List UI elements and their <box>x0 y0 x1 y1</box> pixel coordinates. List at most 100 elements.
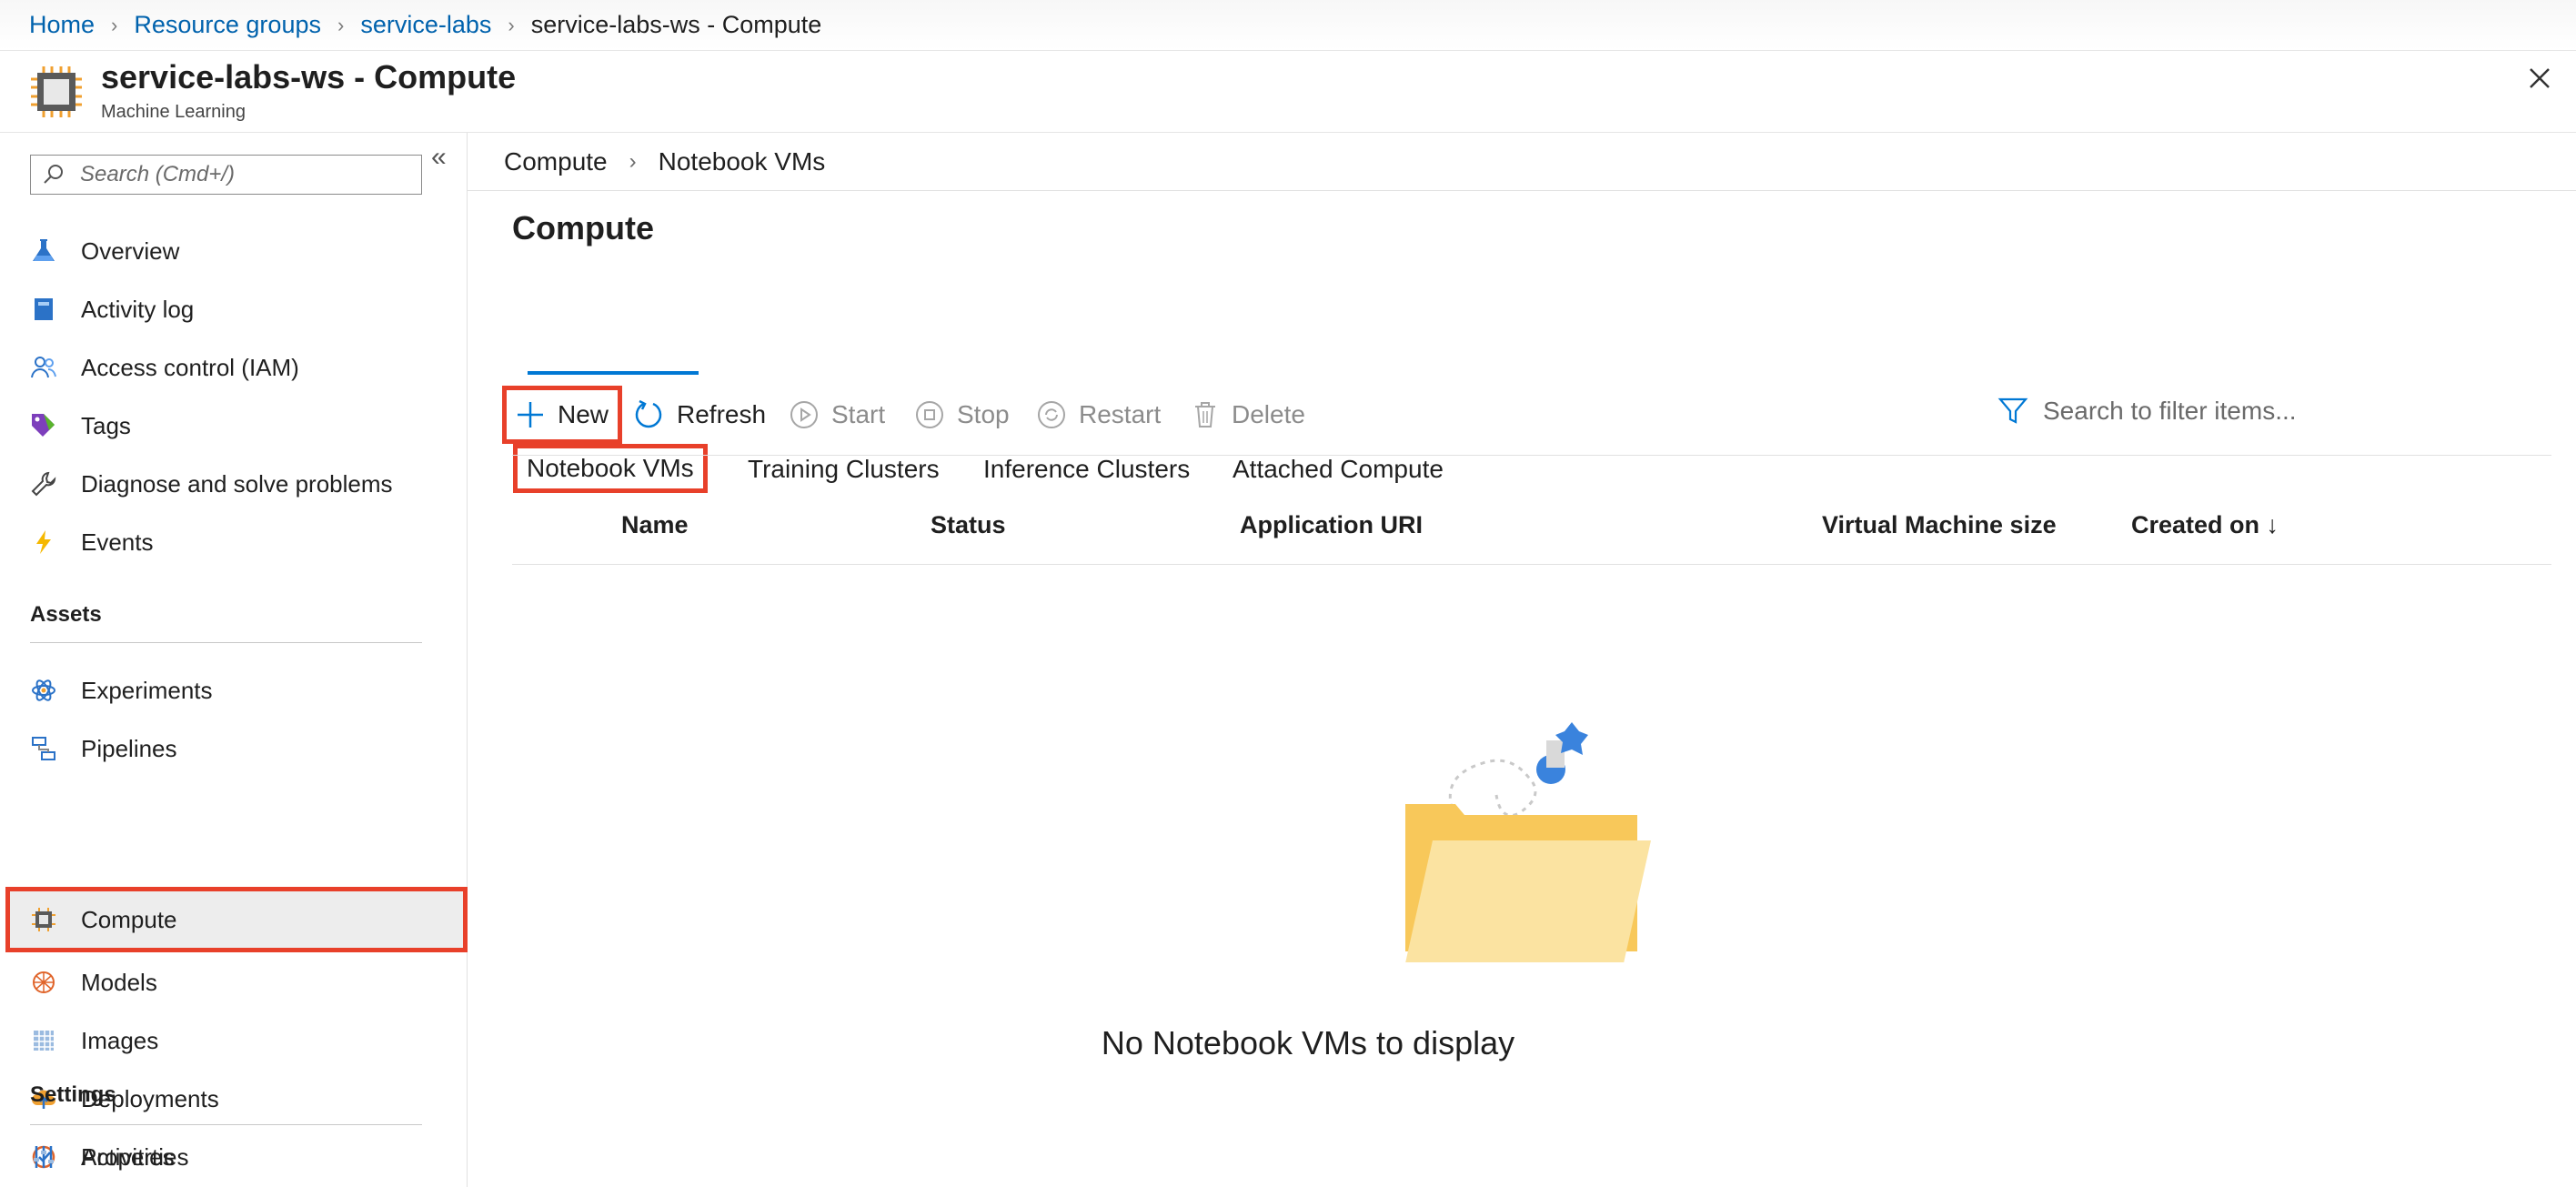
collapse-menu-icon[interactable]: « <box>431 142 447 173</box>
wrench-icon <box>30 470 57 498</box>
menu-item-images[interactable]: Images <box>7 1011 466 1070</box>
menu-item-activity-log[interactable]: Activity log <box>7 280 466 338</box>
tab-inference-clusters[interactable]: Inference Clusters <box>983 455 1190 484</box>
menu-search-box[interactable] <box>30 155 422 195</box>
model-cube-icon <box>30 969 57 996</box>
menu-item-tags[interactable]: Tags <box>7 397 466 455</box>
stop-label: Stop <box>957 400 1010 428</box>
menu-item-compute[interactable]: Compute <box>5 887 468 952</box>
breadcrumb-current: service-labs-ws - Compute <box>530 11 822 38</box>
sub-breadcrumb: Compute › Notebook VMs <box>468 133 2576 191</box>
table-header: Name Status Application URI Virtual Mach… <box>468 511 2576 557</box>
menu-item-label: Events <box>81 528 154 556</box>
plus-icon <box>516 400 545 429</box>
menu-item-label: Diagnose and solve problems <box>81 469 393 498</box>
breadcrumb-home[interactable]: Home <box>29 11 95 39</box>
chevron-right-icon: › <box>337 13 345 36</box>
menu-item-label: Experiments <box>81 676 213 704</box>
menu-item-label: Overview <box>81 236 180 265</box>
flask-icon <box>30 237 57 265</box>
filter-icon <box>1997 397 2028 424</box>
refresh-label: Refresh <box>677 400 767 428</box>
menu-item-access-control[interactable]: Access control (IAM) <box>7 338 466 397</box>
blade-header: service-labs-ws - Compute Machine Learni… <box>0 51 2576 133</box>
section-settings: Settings <box>30 1082 116 1107</box>
atom-icon <box>30 677 57 704</box>
cpu-chip-icon <box>30 906 57 933</box>
start-label: Start <box>831 400 886 428</box>
column-header-vm-size[interactable]: Virtual Machine size <box>1822 511 2057 539</box>
main-content: Compute › Notebook VMs Compute Notebook … <box>468 133 2576 1187</box>
stop-button[interactable]: Stop <box>915 387 1010 442</box>
menu-item-events[interactable]: Events <box>7 513 466 571</box>
menu-item-label: Tags <box>81 411 131 439</box>
table-header-divider <box>512 564 2551 565</box>
tag-icon <box>30 412 57 439</box>
menu-item-label: Images <box>81 1026 159 1054</box>
column-header-name[interactable]: Name <box>621 511 689 539</box>
cpu-chip-icon <box>31 66 82 117</box>
section-divider <box>30 1124 422 1125</box>
refresh-icon <box>633 399 664 430</box>
tab-training-clusters[interactable]: Training Clusters <box>748 455 940 484</box>
resource-menu: « Overview Activity log Access control (… <box>0 133 468 1187</box>
chevron-right-icon: › <box>508 13 515 36</box>
stop-icon <box>915 400 944 429</box>
play-icon <box>790 400 819 429</box>
filter-box[interactable] <box>1997 384 2354 438</box>
menu-item-experiments[interactable]: Experiments <box>7 661 466 719</box>
subcrumb-notebook-vms: Notebook VMs <box>658 146 826 176</box>
menu-search-input[interactable] <box>78 161 409 188</box>
tab-notebook-vms[interactable]: Notebook VMs <box>513 444 708 493</box>
menu-item-label: Access control (IAM) <box>81 353 299 381</box>
breadcrumb: Home › Resource groups › service-labs › … <box>0 0 2576 51</box>
menu-item-pipelines[interactable]: Pipelines <box>7 719 466 778</box>
restart-button[interactable]: Restart <box>1037 387 1161 442</box>
menu-item-label: Activity log <box>81 295 195 323</box>
delete-label: Delete <box>1232 400 1305 428</box>
menu-item-diagnose[interactable]: Diagnose and solve problems <box>7 455 466 513</box>
section-title: Compute <box>512 209 654 246</box>
chevron-right-icon: › <box>629 148 637 174</box>
column-header-created-on[interactable]: Created on ↓ <box>2131 511 2279 539</box>
trash-icon <box>1192 400 1219 429</box>
column-header-status[interactable]: Status <box>931 511 1006 539</box>
image-grid-icon <box>30 1027 57 1054</box>
section-divider <box>30 642 422 643</box>
sliders-icon <box>30 1143 57 1171</box>
column-header-application-uri[interactable]: Application URI <box>1240 511 1423 539</box>
tab-attached-compute[interactable]: Attached Compute <box>1233 455 1444 484</box>
page-subtitle: Machine Learning <box>101 102 246 122</box>
menu-item-label: Properties <box>81 1142 189 1171</box>
chevron-right-icon: › <box>111 13 118 36</box>
menu-item-models[interactable]: Models <box>7 953 466 1011</box>
menu-item-label: Compute <box>81 905 177 933</box>
empty-state-message: No Notebook VMs to display <box>1101 1024 1515 1061</box>
subcrumb-compute[interactable]: Compute <box>504 147 608 176</box>
log-book-icon <box>30 296 57 323</box>
toolbar-divider <box>512 455 2551 456</box>
section-assets: Assets <box>30 602 102 627</box>
menu-item-overview[interactable]: Overview <box>7 222 466 280</box>
people-icon <box>30 354 57 381</box>
new-label: New <box>558 400 609 428</box>
start-button[interactable]: Start <box>790 387 885 442</box>
empty-folder-illustration <box>1405 722 1651 962</box>
breadcrumb-resource-groups[interactable]: Resource groups <box>134 11 321 39</box>
restart-label: Restart <box>1079 400 1162 428</box>
refresh-button[interactable]: Refresh <box>633 387 766 442</box>
pipeline-icon <box>30 735 57 762</box>
filter-input[interactable] <box>2041 396 2354 427</box>
new-button[interactable]: New <box>502 386 623 444</box>
close-icon[interactable] <box>2523 62 2556 95</box>
page-title: service-labs-ws - Compute <box>101 58 517 96</box>
command-bar: New Refresh Start Stop Restart Delete Se… <box>468 386 2576 446</box>
menu-item-label: Pipelines <box>81 734 177 762</box>
breadcrumb-service-labs[interactable]: service-labs <box>360 11 491 39</box>
menu-item-label: Models <box>81 968 157 996</box>
active-tab-indicator <box>528 371 699 375</box>
restart-icon <box>1037 400 1066 429</box>
lightning-icon <box>30 528 57 556</box>
menu-item-properties[interactable]: Properties <box>7 1128 466 1186</box>
delete-button[interactable]: Delete <box>1192 387 1305 442</box>
